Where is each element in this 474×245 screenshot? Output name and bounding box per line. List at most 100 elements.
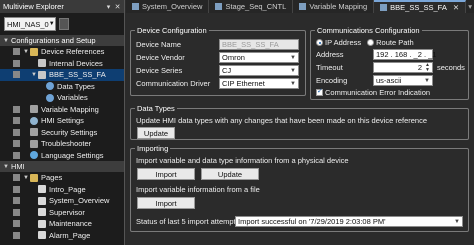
tree-checkbox-icon[interactable]	[13, 105, 20, 113]
hmi-tree-item-label: System_Overview	[49, 196, 110, 206]
tree-item[interactable]: Language Settings	[0, 150, 124, 162]
hmi-tree-item-label: Alarm_Page	[49, 230, 91, 240]
tree-checkbox-icon[interactable]	[13, 197, 20, 205]
hmi-tree-item-label: Supervisor	[49, 207, 85, 217]
tab-label: Variable Mapping	[309, 2, 368, 11]
internal-devices-icon	[38, 59, 46, 68]
tree-checkbox-icon[interactable]	[13, 71, 20, 79]
tree-checkbox-icon[interactable]	[13, 59, 20, 67]
tree-item[interactable]: Variable Mapping	[0, 104, 124, 116]
tab-overflow-icon[interactable]: ▾	[466, 0, 474, 13]
tree-checkbox-icon[interactable]	[13, 48, 20, 56]
spin-arrows-icon[interactable]: ▲ ▼	[425, 62, 430, 73]
encoding-select[interactable]: us-ascii ▼	[373, 75, 433, 86]
driver-select[interactable]: CIP Ethernet ▼	[219, 78, 299, 89]
tab-stage-seq-cntl[interactable]: Stage_Seq_CNTL	[209, 0, 294, 13]
tab-label: BBE_SS_SS_FA	[390, 3, 447, 12]
tab-system-overview[interactable]: System_Overview	[126, 0, 210, 13]
hmi-tree-item[interactable]: Maintenance	[0, 218, 124, 230]
import-status-label: Status of last 5 import attempts	[136, 217, 240, 226]
chevron-down-icon: ▼	[424, 77, 430, 84]
comm-config-title: Communications Configuration	[315, 26, 422, 35]
tree-checkbox-icon[interactable]	[13, 140, 20, 148]
hmi-section-header[interactable]: ▼ HMI	[0, 161, 124, 172]
chevron-down-icon: ▼	[290, 54, 296, 61]
hmi-tree-item[interactable]: Alarm_Page	[0, 230, 124, 242]
route-path-radio[interactable]: Route Path	[367, 38, 414, 47]
page-icon	[132, 3, 139, 10]
tree-checkbox-icon[interactable]	[13, 128, 20, 136]
hmi-tree-item[interactable]: ▼ Pages	[0, 172, 124, 184]
import-device-description: Import variable and data type informatio…	[136, 156, 349, 165]
tree-checkbox-icon[interactable]	[13, 185, 20, 193]
multiview-explorer: Multiview Explorer ▾ ✕ HMI_NAS_0 ▼ ▼ Con…	[0, 0, 125, 245]
tree-item[interactable]: ▼ Device References	[0, 46, 124, 58]
expand-arrow-icon[interactable]: ▼	[30, 72, 38, 78]
device-references-icon	[30, 47, 38, 56]
encoding-value: us-ascii	[376, 76, 402, 85]
device-icon	[380, 4, 388, 11]
tree-item[interactable]: Internal Devices	[0, 58, 124, 70]
comm-error-checkbox[interactable]: Communication Error Indication	[316, 87, 430, 97]
update-data-types-button[interactable]: Update	[137, 127, 175, 139]
hmi-tree-item-label: Intro_Page	[49, 184, 86, 194]
tree-item[interactable]: Security Settings	[0, 127, 124, 139]
button-label: Import	[155, 169, 177, 179]
tree-item[interactable]: Data Types	[0, 81, 124, 93]
device-series-select[interactable]: CJ ▼	[219, 65, 299, 76]
troubleshooter-icon	[30, 139, 38, 148]
hmi-tree-item[interactable]: Intro_Page	[0, 184, 124, 196]
close-icon[interactable]: ✕	[114, 3, 121, 11]
import-status-select[interactable]: Import successful on '7/29/2019 2:03:08 …	[235, 216, 463, 227]
device-vendor-label: Device Vendor	[136, 53, 185, 62]
close-tab-icon[interactable]: ✕	[453, 3, 459, 12]
import-from-file-button[interactable]: Import	[137, 197, 195, 209]
data-types-icon	[46, 82, 54, 91]
update-from-device-button[interactable]: Update	[201, 168, 259, 180]
device-vendor-select[interactable]: Omron ▼	[219, 52, 299, 63]
device-name-field[interactable]: BBE_SS_SS_FA	[219, 39, 299, 50]
address-field[interactable]: 192 . 168 . _2 . _1	[373, 49, 436, 60]
tree-checkbox-icon[interactable]	[13, 151, 20, 159]
address-mode-radios: IP Address Route Path	[316, 38, 414, 47]
device-name-label: Device Name	[136, 40, 182, 49]
explorer-title-bar: Multiview Explorer ▾ ✕	[0, 0, 124, 13]
language-settings-icon	[30, 151, 38, 160]
device-select-value: HMI_NAS_0	[7, 19, 49, 29]
config-header-label: Configurations and Setup	[10, 36, 96, 45]
pin-icon[interactable]: ▾	[105, 3, 112, 11]
config-section-header[interactable]: ▼ Configurations and Setup	[0, 35, 124, 46]
tree-item-label: Variables	[57, 93, 88, 103]
importing-title: Importing	[135, 144, 171, 153]
tab-bbe-ss-ss-fa[interactable]: BBE_SS_SS_FA ✕	[374, 0, 467, 13]
collapse-arrow-icon: ▼	[3, 37, 9, 44]
tree-checkbox-icon[interactable]	[13, 231, 20, 239]
tree-checkbox-icon[interactable]	[13, 220, 20, 228]
timeout-stepper[interactable]: 2 ▲ ▼	[373, 62, 433, 73]
tree-item[interactable]: ▼ BBE_SS_SS_FA	[0, 69, 124, 81]
device-config-group: Device Configuration Device Name BBE_SS_…	[130, 26, 306, 96]
ip-address-radio[interactable]: IP Address	[316, 38, 361, 47]
tree-item[interactable]: HMI Settings	[0, 115, 124, 127]
tree-item[interactable]: Troubleshooter	[0, 138, 124, 150]
import-from-device-button[interactable]: Import	[137, 168, 195, 180]
tab-label: System_Overview	[142, 2, 203, 11]
hmi-tree-item[interactable]: System_Overview	[0, 195, 124, 207]
expand-arrow-icon[interactable]: ▼	[22, 49, 30, 55]
variables-icon	[46, 93, 54, 102]
tab-variable-mapping[interactable]: Variable Mapping	[293, 0, 375, 13]
device-select[interactable]: HMI_NAS_0 ▼	[4, 17, 56, 31]
hmi-tree-item[interactable]: Supervisor	[0, 207, 124, 219]
device-config-title: Device Configuration	[135, 26, 209, 35]
tree-checkbox-icon[interactable]	[13, 117, 20, 125]
config-tree: ▼ Device References Internal Devices ▼ BBE_S…	[0, 46, 124, 161]
tree-item[interactable]: Variables	[0, 92, 124, 104]
comm-config-group: Communications Configuration IP Address …	[310, 26, 469, 100]
expand-arrow-icon[interactable]: ▼	[22, 175, 30, 181]
tree-checkbox-icon[interactable]	[13, 174, 20, 182]
button-label: Import	[155, 198, 177, 208]
page-icon	[38, 219, 46, 228]
tab-label: Stage_Seq_CNTL	[225, 2, 287, 11]
device-toggle-button[interactable]	[59, 18, 69, 30]
tree-checkbox-icon[interactable]	[13, 208, 20, 216]
